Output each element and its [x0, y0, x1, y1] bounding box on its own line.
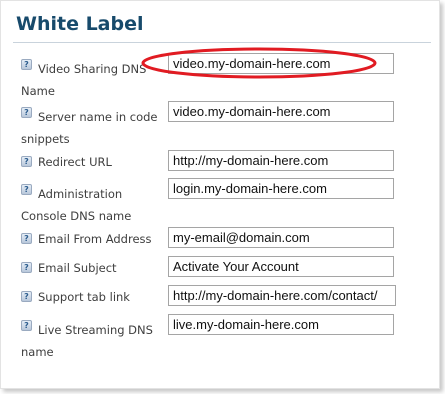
support-tab-link-input[interactable]: http://my-domain-here.com/contact/ — [168, 285, 396, 306]
field-label: Email From Address — [38, 232, 152, 246]
page-title: White Label — [16, 13, 144, 35]
field-label: Live Streaming DNS name — [21, 323, 153, 359]
field-label: Administration Console DNS name — [21, 187, 132, 223]
live-streaming-dns-input[interactable]: live.my-domain-here.com — [168, 314, 394, 335]
email-subject-input[interactable]: Activate Your Account — [168, 256, 394, 277]
field-label: Email Subject — [38, 261, 117, 275]
field-label: Redirect URL — [38, 155, 112, 169]
admin-console-dns-input[interactable]: login.my-domain-here.com — [168, 178, 394, 199]
field-label: Server name in code snippets — [21, 110, 158, 146]
white-label-panel: White Label ? Video Sharing DNS Name vid… — [0, 0, 440, 389]
title-divider — [13, 42, 431, 43]
email-from-input[interactable]: my-email@domain.com — [168, 227, 394, 248]
server-name-input[interactable]: video.my-domain-here.com — [168, 101, 394, 122]
field-label: Support tab link — [38, 290, 130, 304]
field-label: Video Sharing DNS Name — [21, 62, 147, 98]
video-sharing-dns-input[interactable]: video.my-domain-here.com — [168, 53, 394, 74]
redirect-url-input[interactable]: http://my-domain-here.com — [168, 150, 394, 171]
